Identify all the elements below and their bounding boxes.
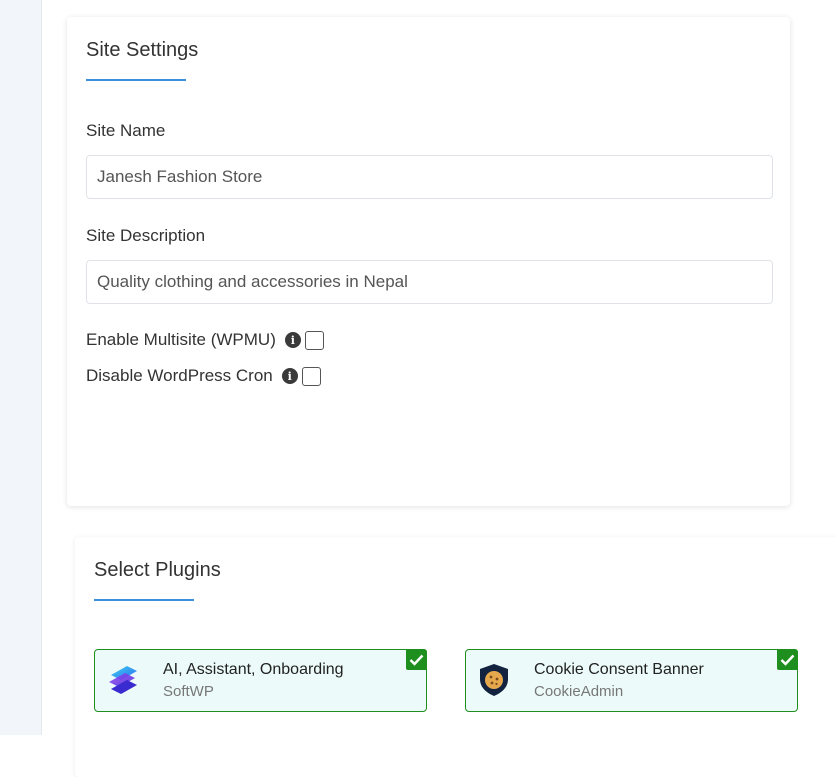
plugin-author: CookieAdmin bbox=[534, 683, 624, 700]
site-description-label: Site Description bbox=[86, 226, 206, 245]
disable-cron-checkbox[interactable] bbox=[301, 366, 321, 386]
site-settings-title: Site Settings bbox=[86, 39, 199, 61]
disable-cron-row: Disable WordPress Cron i bbox=[86, 366, 321, 386]
title-underline bbox=[86, 79, 186, 81]
selected-check-icon[interactable] bbox=[777, 649, 798, 670]
multisite-label: Enable Multisite (WPMU) bbox=[86, 330, 276, 349]
site-description-input[interactable] bbox=[86, 260, 773, 304]
plugin-author: SoftWP bbox=[163, 683, 214, 700]
info-icon[interactable]: i bbox=[284, 332, 301, 348]
info-icon[interactable]: i bbox=[281, 368, 298, 384]
cookie-shield-icon bbox=[480, 664, 508, 696]
softwp-layers-icon bbox=[109, 666, 137, 694]
select-plugins-card: Select Plugins AI, Assistant, Onboarding… bbox=[75, 537, 836, 777]
selected-check-icon[interactable] bbox=[406, 649, 427, 670]
site-settings-card: Site Settings Site Name Site Description… bbox=[67, 17, 790, 506]
plugin-name: AI, Assistant, Onboarding bbox=[163, 661, 344, 678]
sidebar-strip bbox=[0, 0, 42, 735]
plugin-tile-cookieadmin[interactable]: Cookie Consent Banner CookieAdmin bbox=[465, 649, 798, 712]
multisite-row: Enable Multisite (WPMU) i bbox=[86, 330, 324, 350]
site-name-input[interactable] bbox=[86, 155, 773, 199]
site-name-label: Site Name bbox=[86, 121, 166, 140]
disable-cron-label: Disable WordPress Cron bbox=[86, 366, 273, 385]
title-underline bbox=[94, 599, 194, 601]
plugin-name: Cookie Consent Banner bbox=[534, 661, 704, 678]
multisite-checkbox[interactable] bbox=[304, 330, 324, 350]
select-plugins-title: Select Plugins bbox=[94, 559, 221, 581]
plugin-tile-softwp[interactable]: AI, Assistant, Onboarding SoftWP bbox=[94, 649, 427, 712]
